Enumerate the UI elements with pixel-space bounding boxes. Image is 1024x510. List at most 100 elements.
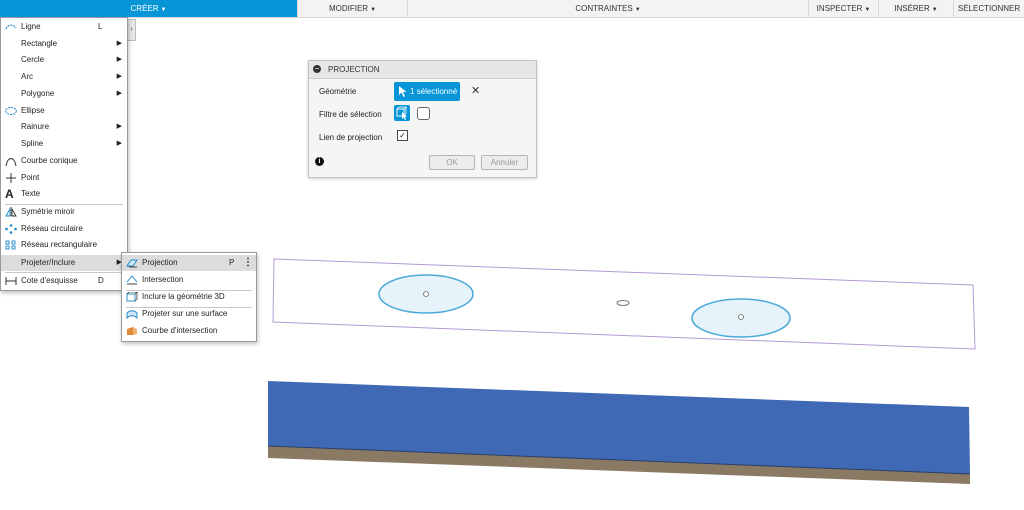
menu-item-label: Intersection xyxy=(142,275,184,284)
ellipse-icon xyxy=(5,107,17,115)
filter-specified-entities-button[interactable] xyxy=(394,105,410,121)
rectangular-pattern-icon xyxy=(5,240,16,250)
menu-item-symetrie-miroir[interactable]: Symétrie miroir xyxy=(1,204,127,220)
intersection-curve-icon xyxy=(127,327,137,335)
menu-item-label: Rainure xyxy=(21,122,50,131)
info-icon[interactable]: i xyxy=(315,157,324,166)
more-options-icon[interactable]: ⋮ xyxy=(243,255,253,271)
line-icon xyxy=(5,24,17,30)
menu-item-courbe-conique[interactable]: Courbe conique xyxy=(1,153,127,169)
cursor-arrow-icon xyxy=(399,86,407,97)
menu-item-cote-esquisse[interactable]: Cote d'esquisse D xyxy=(1,273,127,289)
menu-item-ellipse[interactable]: Ellipse xyxy=(1,103,127,119)
menu-item-label: Spline xyxy=(21,139,44,148)
project-surface-icon xyxy=(126,310,138,319)
menu-item-point[interactable]: Point xyxy=(1,170,127,186)
select-label: SÉLECTIONNER xyxy=(957,4,1021,13)
ellipse-center-point xyxy=(738,314,744,320)
projection-link-checkbox[interactable]: ✓ xyxy=(397,130,408,141)
inspect-label: INSPECTER xyxy=(816,4,863,13)
menu-item-label: Cercle xyxy=(21,55,45,64)
point-icon xyxy=(6,173,16,183)
menu-item-label: Courbe conique xyxy=(21,156,78,165)
menu-item-rainure[interactable]: Rainure ▶ xyxy=(1,119,127,135)
menu-item-projeter-surface[interactable]: Projeter sur une surface xyxy=(122,306,256,322)
dialog-title: PROJECTION xyxy=(328,65,380,74)
menu-item-projeter-inclure[interactable]: Projeter/Inclure ▶ xyxy=(1,255,127,271)
selection-filter-label: Filtre de sélection xyxy=(319,110,382,119)
constraints-label: CONTRAINTES xyxy=(575,4,633,13)
caret-down-icon: ▼ xyxy=(931,7,938,13)
filter-bodies-button[interactable] xyxy=(417,107,430,120)
create-menu: Ligne L Rectangle ▶ Cercle ▶ Arc ▶ Polyg… xyxy=(0,17,128,291)
dialog-header[interactable]: − PROJECTION xyxy=(309,61,536,79)
menu-item-inclure-geometrie-3d[interactable]: Inclure la géométrie 3D xyxy=(122,289,256,305)
menu-item-label: Cote d'esquisse xyxy=(21,276,78,285)
create-label: CRÉER xyxy=(130,4,159,13)
text-icon: A xyxy=(5,187,14,201)
ellipse-center-point xyxy=(423,291,429,297)
submenu-arrow-icon: ▶ xyxy=(116,90,122,97)
create-menu-button[interactable]: CRÉER ▼ xyxy=(0,0,298,17)
menu-item-label: Réseau circulaire xyxy=(21,224,83,233)
submenu-arrow-icon: ▶ xyxy=(116,40,122,47)
insert-menu-button[interactable]: INSÉRER ▼ xyxy=(879,0,954,17)
projection-link-label: Lien de projection xyxy=(319,133,383,142)
menu-item-label: Arc xyxy=(21,72,33,81)
menu-item-texte[interactable]: A Texte xyxy=(1,186,127,202)
origin-marker-icon xyxy=(616,300,630,306)
menu-item-reseau-rectangulaire[interactable]: Réseau rectangulaire xyxy=(1,237,127,253)
shortcut-label: D xyxy=(98,276,104,285)
menu-item-label: Courbe d'intersection xyxy=(142,326,218,335)
menu-item-polygone[interactable]: Polygone ▶ xyxy=(1,86,127,102)
constraints-menu-button[interactable]: CONTRAINTES ▼ xyxy=(408,0,809,17)
caret-down-icon: ▼ xyxy=(634,7,641,13)
menu-item-label: Point xyxy=(21,173,40,182)
submenu-arrow-icon: ▶ xyxy=(116,140,122,147)
menu-item-label: Projeter sur une surface xyxy=(142,309,228,318)
inspect-menu-button[interactable]: INSPECTER ▼ xyxy=(809,0,879,17)
expand-panel-arrow-icon[interactable]: › xyxy=(127,19,136,41)
menu-item-label: Projection xyxy=(142,258,178,267)
menu-item-ligne[interactable]: Ligne L xyxy=(1,19,127,35)
submenu-arrow-icon: ▶ xyxy=(116,123,122,130)
ok-button[interactable]: OK xyxy=(429,155,475,170)
insert-label: INSÉRER xyxy=(894,4,930,13)
menu-item-intersection[interactable]: Intersection xyxy=(122,272,256,288)
menu-item-label: Ligne xyxy=(21,22,41,31)
caret-down-icon: ▼ xyxy=(160,7,167,13)
toolbar: CRÉER ▼ MODIFIER ▼ CONTRAINTES ▼ INSPECTER ▼… xyxy=(0,0,1024,18)
menu-item-cercle[interactable]: Cercle ▶ xyxy=(1,52,127,68)
include-3d-icon xyxy=(126,292,138,302)
modify-menu-button[interactable]: MODIFIER ▼ xyxy=(298,0,408,17)
shortcut-label: P xyxy=(229,258,235,267)
menu-item-reseau-circulaire[interactable]: Réseau circulaire xyxy=(1,221,127,237)
submenu-arrow-icon: ▶ xyxy=(116,56,122,63)
caret-down-icon: ▼ xyxy=(864,7,871,13)
projection-icon xyxy=(126,259,138,268)
cancel-button[interactable]: Annuler xyxy=(481,155,528,170)
menu-item-courbe-intersection[interactable]: Courbe d'intersection xyxy=(122,323,256,339)
collapse-icon[interactable]: − xyxy=(313,65,321,73)
sketch-dimension-icon xyxy=(5,277,17,285)
select-menu-button[interactable]: SÉLECTIONNER xyxy=(954,0,1024,17)
shortcut-label: L xyxy=(98,22,103,31)
menu-item-label: Symétrie miroir xyxy=(21,207,75,216)
project-include-submenu: Projection P ⋮ Intersection Inclure la g… xyxy=(121,252,257,342)
menu-item-arc[interactable]: Arc ▶ xyxy=(1,69,127,85)
menu-item-rectangle[interactable]: Rectangle ▶ xyxy=(1,36,127,52)
intersection-icon xyxy=(126,275,138,285)
geometry-label: Géométrie xyxy=(319,87,357,96)
menu-item-label: Polygone xyxy=(21,89,55,98)
mirror-icon xyxy=(5,207,17,217)
circular-pattern-icon xyxy=(5,224,17,234)
submenu-arrow-icon: ▶ xyxy=(116,73,122,80)
clear-selection-icon[interactable]: ✕ xyxy=(471,84,480,98)
geometry-selection-button[interactable]: 1 sélectionné xyxy=(394,82,460,101)
menu-item-label: Texte xyxy=(21,189,41,198)
menu-item-label: Inclure la géométrie 3D xyxy=(142,292,225,301)
menu-item-label: Projeter/Inclure xyxy=(21,258,76,267)
menu-item-spline[interactable]: Spline ▶ xyxy=(1,136,127,152)
projection-dialog: − PROJECTION Géométrie 1 sélectionné ✕ F… xyxy=(308,60,537,178)
menu-item-projection[interactable]: Projection P ⋮ xyxy=(122,255,256,271)
